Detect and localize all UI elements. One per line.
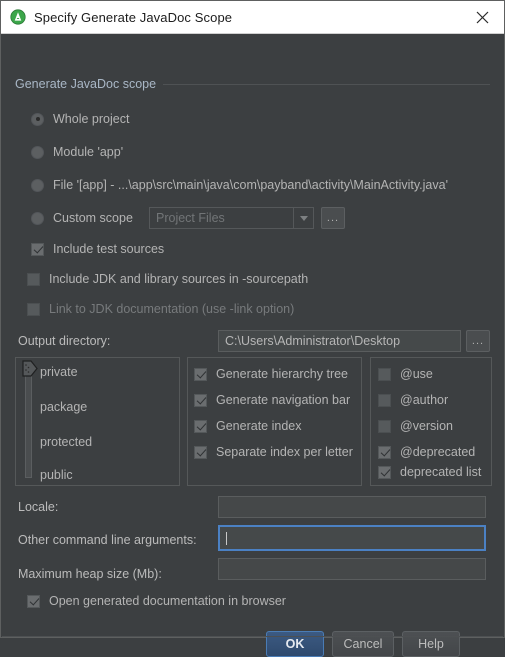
- bottom-divider: [2, 636, 503, 637]
- radio-indicator: [31, 145, 44, 159]
- checkbox-separate-index-per-letter[interactable]: Separate index per letter: [194, 445, 353, 459]
- visibility-slider-track[interactable]: [25, 365, 32, 478]
- checkbox-indicator: [378, 393, 391, 407]
- checkbox-link-jdk-documentation: Link to JDK documentation (use -link opt…: [27, 302, 294, 316]
- radio-indicator: [31, 178, 44, 192]
- max-heap-size-label: Maximum heap size (Mb):: [18, 567, 162, 581]
- text-caret: [226, 531, 227, 545]
- checkbox-label-version: @version: [400, 419, 453, 433]
- checkbox-author[interactable]: @author: [378, 393, 448, 407]
- android-studio-icon: [10, 9, 26, 25]
- radio-whole-project[interactable]: Whole project: [31, 112, 129, 126]
- checkbox-use[interactable]: @use: [378, 367, 433, 381]
- checkbox-open-in-browser[interactable]: Open generated documentation in browser: [27, 594, 286, 608]
- groupbox-legend: Generate JavaDoc scope: [15, 77, 164, 91]
- checkbox-label-use: @use: [400, 367, 433, 381]
- output-directory-browse-button[interactable]: ...: [466, 330, 490, 352]
- radio-label-module-app: Module 'app': [53, 145, 124, 159]
- checkbox-include-test-sources[interactable]: Include test sources: [31, 242, 164, 256]
- checkbox-label-generate-navigation-bar: Generate navigation bar: [216, 393, 351, 407]
- radio-label-whole-project: Whole project: [53, 112, 130, 126]
- checkbox-label-generate-index: Generate index: [216, 419, 302, 433]
- checkbox-label-deprecated: @deprecated: [400, 445, 476, 459]
- checkbox-indicator: [31, 242, 44, 256]
- checkbox-label-link-jdk-documentation: Link to JDK documentation (use -link opt…: [49, 302, 295, 316]
- visibility-level-private[interactable]: private: [40, 365, 78, 379]
- radio-indicator: [31, 211, 44, 225]
- locale-label: Locale:: [18, 500, 59, 514]
- radio-custom-scope[interactable]: Custom scope: [31, 211, 133, 225]
- checkbox-indicator: [194, 445, 207, 459]
- checkbox-indicator: [27, 272, 40, 286]
- checkbox-label-deprecated-list: deprecated list: [400, 465, 482, 479]
- other-arguments-label: Other command line arguments:: [18, 533, 197, 547]
- visibility-slider-thumb[interactable]: [22, 360, 38, 377]
- checkbox-indicator: [194, 393, 207, 407]
- checkbox-label-include-test-sources: Include test sources: [53, 242, 165, 256]
- checkbox-label-author: @author: [400, 393, 449, 407]
- output-directory-value: C:\Users\Administrator\Desktop: [225, 334, 401, 348]
- radio-label-file: File '[app] - ...\app\src\main\java\com\…: [53, 178, 448, 192]
- checkbox-label-include-jdk-sources: Include JDK and library sources in -sour…: [49, 272, 309, 286]
- custom-scope-browse-button[interactable]: ...: [321, 207, 345, 229]
- custom-scope-combo[interactable]: Project Files: [149, 207, 314, 229]
- checkbox-label-generate-hierarchy-tree: Generate hierarchy tree: [216, 367, 349, 381]
- chevron-down-icon[interactable]: [293, 207, 314, 229]
- checkbox-include-jdk-sources[interactable]: Include JDK and library sources in -sour…: [27, 272, 308, 286]
- radio-label-custom-scope: Custom scope: [53, 211, 133, 225]
- radio-module-app[interactable]: Module 'app': [31, 145, 123, 159]
- checkbox-generate-hierarchy-tree[interactable]: Generate hierarchy tree: [194, 367, 348, 381]
- output-directory-input[interactable]: C:\Users\Administrator\Desktop: [218, 330, 461, 352]
- max-heap-size-input[interactable]: [218, 558, 486, 580]
- checkbox-indicator: [194, 419, 207, 433]
- checkbox-label-separate-index-per-letter: Separate index per letter: [216, 445, 353, 459]
- radio-indicator: [31, 112, 44, 126]
- checkbox-deprecated-list[interactable]: deprecated list: [378, 465, 481, 479]
- radio-file[interactable]: File '[app] - ...\app\src\main\java\com\…: [31, 178, 448, 192]
- custom-scope-combo-value: Project Files: [156, 211, 225, 225]
- cancel-button[interactable]: Cancel: [332, 631, 394, 657]
- checkbox-generate-navigation-bar[interactable]: Generate navigation bar: [194, 393, 350, 407]
- checkbox-label-open-in-browser: Open generated documentation in browser: [49, 594, 286, 608]
- checkbox-indicator: [378, 419, 391, 433]
- checkbox-indicator: [378, 445, 391, 459]
- locale-input[interactable]: [218, 496, 486, 518]
- visibility-level-protected[interactable]: protected: [40, 435, 92, 449]
- checkbox-indicator: [194, 367, 207, 381]
- checkbox-indicator: [27, 594, 40, 608]
- dialog-body: Generate JavaDoc scope Whole project Mod…: [1, 34, 504, 657]
- checkbox-version[interactable]: @version: [378, 419, 453, 433]
- visibility-level-package[interactable]: package: [40, 400, 87, 414]
- checkbox-indicator: [378, 367, 391, 381]
- window-title: Specify Generate JavaDoc Scope: [34, 9, 233, 25]
- close-icon[interactable]: [460, 1, 504, 33]
- output-directory-label: Output directory:: [18, 334, 111, 348]
- ok-button[interactable]: OK: [266, 631, 324, 657]
- javadoc-scope-dialog: Specify Generate JavaDoc Scope Generate …: [0, 0, 505, 657]
- title-bar: Specify Generate JavaDoc Scope: [1, 1, 504, 34]
- checkbox-generate-index[interactable]: Generate index: [194, 419, 301, 433]
- checkbox-indicator: [378, 465, 391, 479]
- checkbox-deprecated[interactable]: @deprecated: [378, 445, 475, 459]
- other-arguments-input[interactable]: [218, 525, 486, 551]
- help-button[interactable]: Help: [402, 631, 460, 657]
- visibility-level-public[interactable]: public: [40, 468, 73, 482]
- checkbox-indicator: [27, 302, 40, 316]
